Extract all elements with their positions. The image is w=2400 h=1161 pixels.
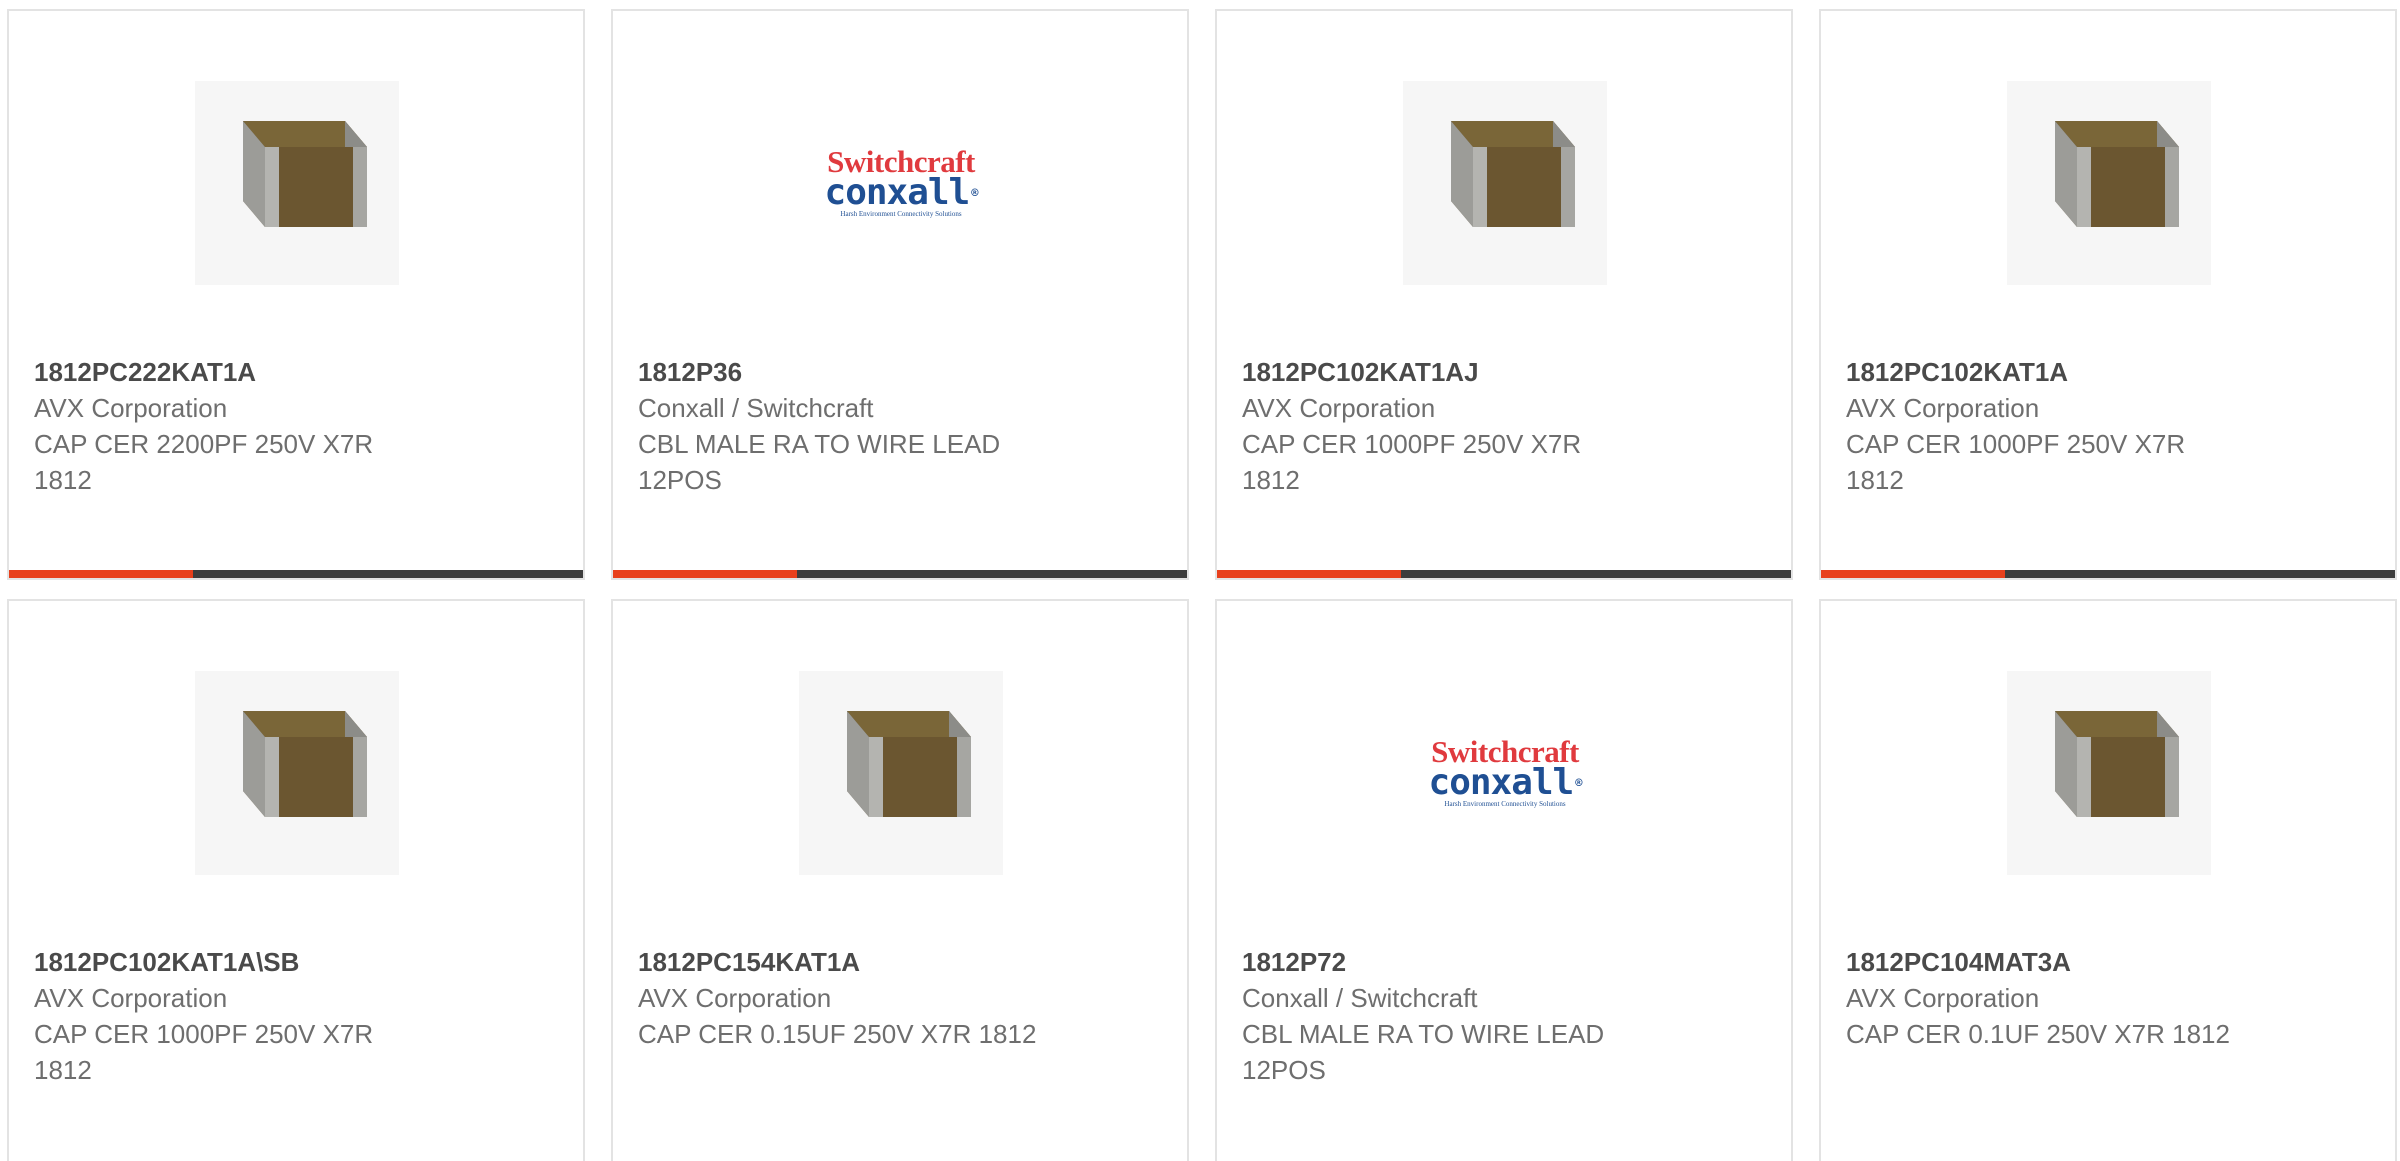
logo-tagline: Harsh Environment Connectivity Solutions <box>1444 800 1566 808</box>
manufacturer: AVX Corporation <box>34 393 228 423</box>
product-image[interactable] <box>2007 81 2211 285</box>
card-accent <box>613 570 797 578</box>
manufacturer: AVX Corporation <box>1242 393 1436 423</box>
product-card[interactable]: 1812PC102KAT1A AVX Corporation CAP CER 1… <box>1819 9 2397 580</box>
registered-mark: ® <box>1575 776 1582 790</box>
registered-mark: ® <box>971 186 978 200</box>
product-info: 1812PC102KAT1AJ AVX Corporation CAP CER … <box>1242 354 1771 498</box>
capacitor-chip-icon <box>2007 671 2211 875</box>
product-card[interactable]: Switchcraft conxall ® Harsh Environment C… <box>1215 599 1793 1161</box>
product-info: 1812PC102KAT1A AVX Corporation CAP CER 1… <box>1846 354 2375 498</box>
part-number[interactable]: 1812PC154KAT1A <box>638 944 1167 980</box>
logo-line-2: conxall ® <box>825 175 979 211</box>
switchcraft-conxall-logo: Switchcraft conxall ® Harsh Environment C… <box>1403 736 1607 809</box>
description: CBL MALE RA TO WIRE LEAD 12POS <box>638 429 1001 495</box>
logo-line-2: conxall ® <box>1429 765 1583 801</box>
product-info: 1812PC222KAT1A AVX Corporation CAP CER 2… <box>34 354 563 498</box>
capacitor-chip-icon <box>195 81 399 285</box>
product-image[interactable] <box>799 671 1003 875</box>
product-card[interactable]: 1812PC154KAT1A AVX Corporation CAP CER 0… <box>611 599 1189 1161</box>
switchcraft-conxall-logo: Switchcraft conxall ® Harsh Environment C… <box>799 146 1003 219</box>
product-card[interactable]: 1812PC102KAT1A\SB AVX Corporation CAP CE… <box>7 599 585 1161</box>
card-accent <box>9 570 193 578</box>
manufacturer: AVX Corporation <box>34 983 228 1013</box>
product-info: 1812PC102KAT1A\SB AVX Corporation CAP CE… <box>34 944 563 1088</box>
part-number[interactable]: 1812PC102KAT1A <box>1846 354 2375 390</box>
description: CBL MALE RA TO WIRE LEAD 12POS <box>1242 1019 1605 1085</box>
product-image[interactable] <box>2007 671 2211 875</box>
manufacturer: Conxall / Switchcraft <box>638 393 874 423</box>
description: CAP CER 0.15UF 250V X7R 1812 <box>638 1019 1037 1049</box>
part-number[interactable]: 1812PC222KAT1A <box>34 354 563 390</box>
card-footer-bar <box>9 570 583 578</box>
manufacturer: AVX Corporation <box>1846 983 2040 1013</box>
product-info: 1812PC104MAT3A AVX Corporation CAP CER 0… <box>1846 944 2375 1052</box>
description: CAP CER 0.1UF 250V X7R 1812 <box>1846 1019 2230 1049</box>
product-card[interactable]: 1812PC222KAT1A AVX Corporation CAP CER 2… <box>7 9 585 580</box>
logo-wordmark: conxall <box>824 172 971 213</box>
product-grid: 1812PC222KAT1A AVX Corporation CAP CER 2… <box>0 0 2400 1161</box>
product-image[interactable]: Switchcraft conxall ® Harsh Environment C… <box>799 81 1003 285</box>
description: CAP CER 1000PF 250V X7R 1812 <box>34 1019 374 1085</box>
description: CAP CER 1000PF 250V X7R 1812 <box>1242 429 1582 495</box>
card-accent <box>1821 570 2005 578</box>
card-footer-bar <box>1217 570 1791 578</box>
product-image[interactable] <box>195 671 399 875</box>
manufacturer: Conxall / Switchcraft <box>1242 983 1478 1013</box>
part-number[interactable]: 1812P36 <box>638 354 1167 390</box>
product-info: 1812P72 Conxall / Switchcraft CBL MALE R… <box>1242 944 1771 1088</box>
product-card[interactable]: 1812PC104MAT3A AVX Corporation CAP CER 0… <box>1819 599 2397 1161</box>
part-number[interactable]: 1812PC102KAT1AJ <box>1242 354 1771 390</box>
product-info: 1812P36 Conxall / Switchcraft CBL MALE R… <box>638 354 1167 498</box>
product-card[interactable]: Switchcraft conxall ® Harsh Environment C… <box>611 9 1189 580</box>
capacitor-chip-icon <box>195 671 399 875</box>
logo-wordmark: conxall <box>1428 762 1575 803</box>
capacitor-chip-icon <box>2007 81 2211 285</box>
product-image[interactable] <box>1403 81 1607 285</box>
part-number[interactable]: 1812PC104MAT3A <box>1846 944 2375 980</box>
capacitor-chip-icon <box>799 671 1003 875</box>
manufacturer: AVX Corporation <box>1846 393 2040 423</box>
part-number[interactable]: 1812PC102KAT1A\SB <box>34 944 563 980</box>
card-accent <box>1217 570 1401 578</box>
product-card[interactable]: 1812PC102KAT1AJ AVX Corporation CAP CER … <box>1215 9 1793 580</box>
card-footer-bar <box>613 570 1187 578</box>
logo-tagline: Harsh Environment Connectivity Solutions <box>840 210 962 218</box>
card-footer-bar <box>1821 570 2395 578</box>
description: CAP CER 2200PF 250V X7R 1812 <box>34 429 374 495</box>
product-info: 1812PC154KAT1A AVX Corporation CAP CER 0… <box>638 944 1167 1052</box>
product-image[interactable] <box>195 81 399 285</box>
capacitor-chip-icon <box>1403 81 1607 285</box>
manufacturer: AVX Corporation <box>638 983 832 1013</box>
part-number[interactable]: 1812P72 <box>1242 944 1771 980</box>
description: CAP CER 1000PF 250V X7R 1812 <box>1846 429 2186 495</box>
product-image[interactable]: Switchcraft conxall ® Harsh Environment C… <box>1403 671 1607 875</box>
